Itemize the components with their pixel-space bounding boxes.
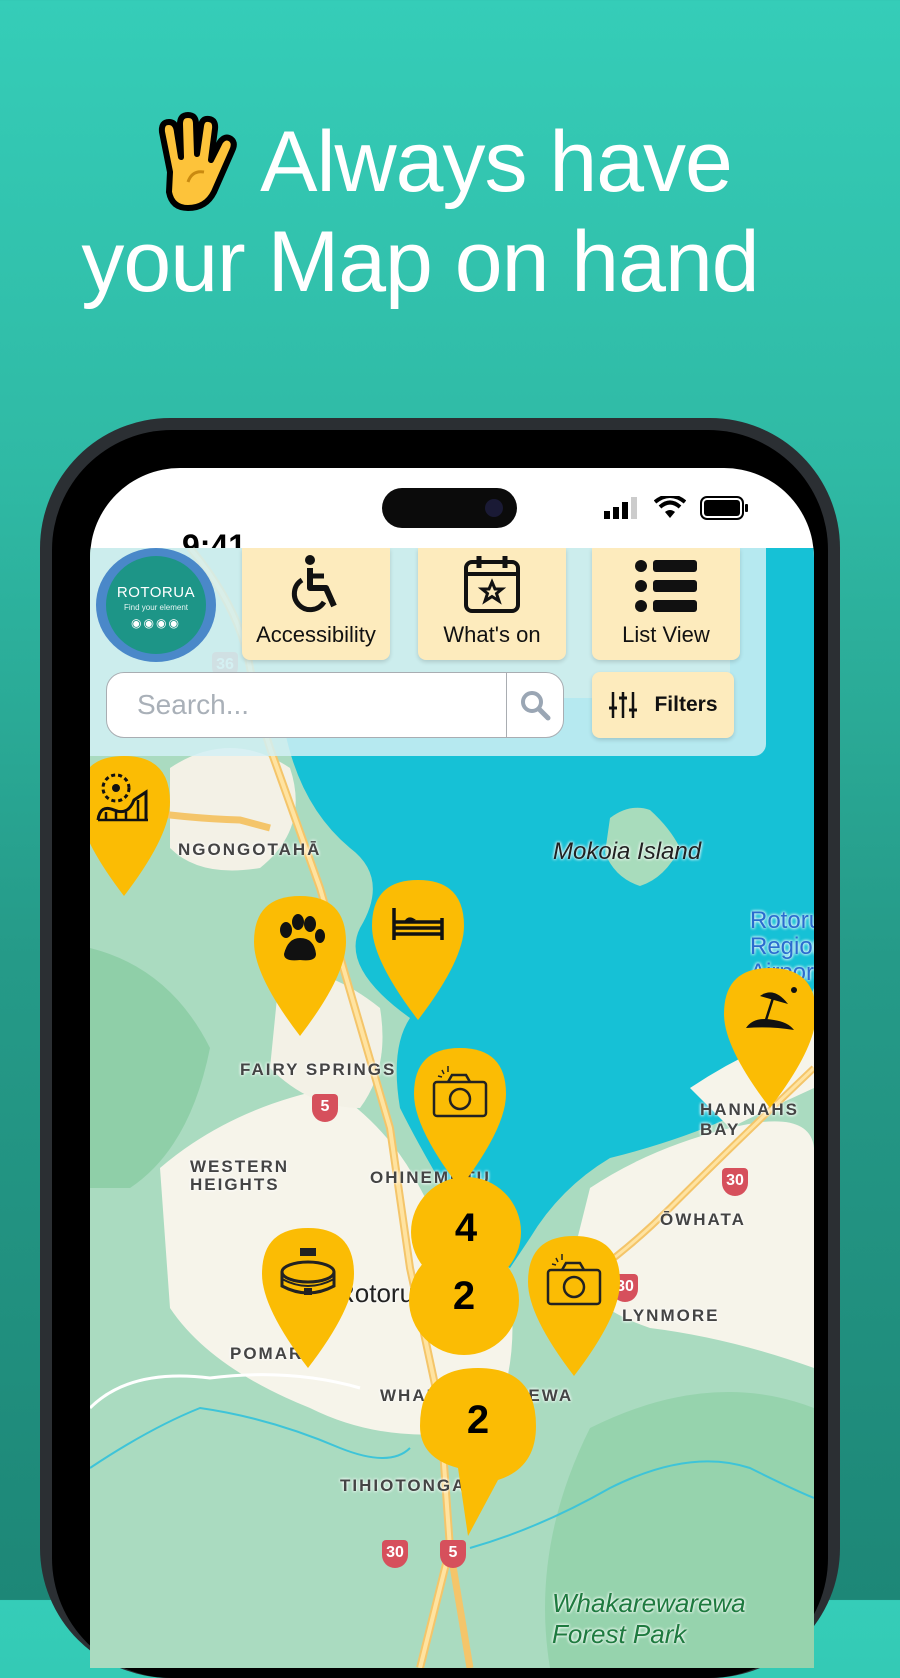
- raised-hand-icon: [158, 112, 237, 211]
- map-marker-sightseeing[interactable]: [528, 1236, 620, 1376]
- filters-label: Filters: [654, 693, 718, 716]
- map-label-lynmore: LYNMORE: [622, 1306, 720, 1325]
- map-marker-amusement-park[interactable]: [90, 756, 170, 896]
- accessibility-button[interactable]: Accessibility: [242, 548, 390, 660]
- search-icon: [521, 691, 551, 721]
- battery-icon: [700, 496, 748, 520]
- headline-line1: Always have: [260, 114, 733, 210]
- bed-icon: [392, 908, 444, 940]
- cluster-count: 2: [466, 1398, 490, 1442]
- phone-frame: 9:41 NGONGOTAHĀ Mokoia Island Rotor Regi…: [40, 418, 840, 1678]
- map-marker-pets[interactable]: [254, 896, 346, 1036]
- road-shield: 5: [440, 1540, 466, 1568]
- map-marker-sightseeing[interactable]: [414, 1048, 506, 1188]
- cellular-signal-icon: [604, 497, 637, 519]
- search-bar: [106, 672, 564, 738]
- cluster-count: 2: [452, 1274, 476, 1318]
- list-view-label: List View: [622, 622, 710, 647]
- map-marker-beach[interactable]: [724, 968, 814, 1108]
- road-shield: 30: [722, 1168, 748, 1196]
- search-input[interactable]: [107, 673, 507, 737]
- map-controls-panel: ROTORUA Find your element ◉◉◉◉ Accessibi…: [90, 548, 766, 756]
- paw-icon: [280, 914, 325, 961]
- search-button[interactable]: [506, 673, 563, 737]
- map-label-ngongotaha: NGONGOTAHĀ: [178, 840, 322, 859]
- map-label-fairy-springs: FAIRY SPRINGS: [240, 1060, 397, 1079]
- phone-screen: 9:41 NGONGOTAHĀ Mokoia Island Rotor Regi…: [90, 468, 814, 1668]
- wheelchair-icon: [291, 555, 337, 613]
- map-view[interactable]: NGONGOTAHĀ Mokoia Island Rotorua Regiona…: [90, 548, 814, 1668]
- headline-line2: your Map on hand: [81, 214, 759, 310]
- map-label-western-heights: WESTERN HEIGHTS: [190, 1157, 289, 1194]
- road-shield: 5: [312, 1094, 338, 1122]
- sliders-icon: [609, 692, 638, 718]
- map-cluster[interactable]: 2: [408, 1244, 520, 1356]
- filters-button[interactable]: Filters: [592, 672, 734, 738]
- list-view-button[interactable]: List View: [592, 548, 740, 660]
- map-marker-accommodation[interactable]: [372, 880, 464, 1020]
- stadium-icon: [280, 1248, 336, 1295]
- map-label-mokoia-island: Mokoia Island: [553, 838, 702, 865]
- map-cluster[interactable]: 2: [418, 1368, 538, 1538]
- roller-coaster-icon: [96, 773, 148, 822]
- list-icon: [635, 560, 697, 612]
- dynamic-island: [382, 488, 517, 528]
- accessibility-label: Accessibility: [256, 622, 376, 647]
- logo-title: ROTORUA: [116, 584, 196, 601]
- whats-on-label: What's on: [443, 622, 541, 647]
- road-shield: 30: [382, 1540, 408, 1568]
- headline: Always have your Map on hand: [0, 112, 840, 312]
- camera-icon: [546, 1254, 602, 1306]
- whats-on-button[interactable]: What's on: [418, 548, 566, 660]
- map-label-forest-park: Whakarewarewa Forest Park: [552, 1588, 746, 1649]
- logo-subtitle: Find your element: [123, 603, 189, 612]
- map-label-owhata: ŌWHATA: [660, 1210, 746, 1229]
- calendar-star-icon: [464, 556, 520, 613]
- rotorua-logo[interactable]: ROTORUA Find your element ◉◉◉◉: [96, 548, 216, 662]
- camera-icon: [432, 1066, 488, 1118]
- wifi-icon: [654, 496, 686, 518]
- logo-symbols: ◉◉◉◉: [131, 616, 181, 630]
- beach-umbrella-icon: [746, 987, 797, 1030]
- map-marker-stadium[interactable]: [262, 1228, 354, 1368]
